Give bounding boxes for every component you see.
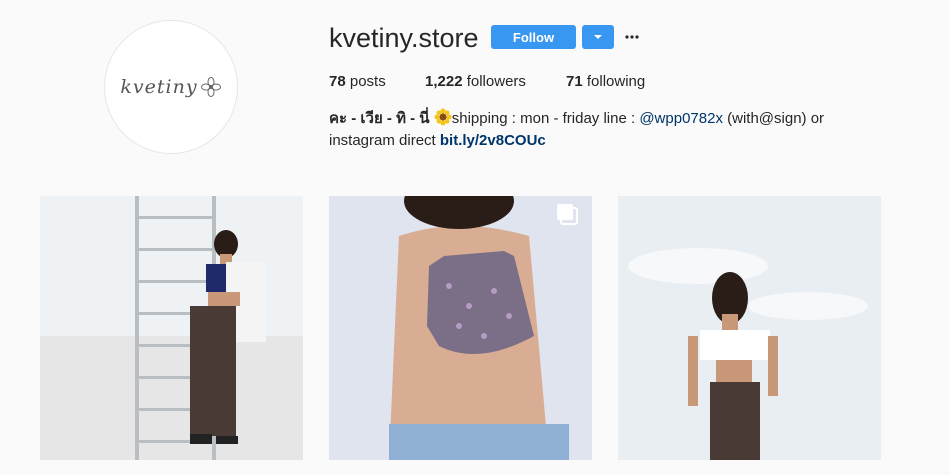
profile-avatar[interactable]: kvetiny xyxy=(104,20,238,154)
post-image xyxy=(329,196,592,460)
post-thumbnail[interactable] xyxy=(329,196,592,460)
suggestions-dropdown-button[interactable] xyxy=(582,25,614,49)
bio-name: คะ - เวีย - ทิ - นี่ xyxy=(329,110,430,127)
profile-username: kvetiny.store xyxy=(329,23,479,53)
flower-icon xyxy=(200,77,221,97)
posts-stat: 78 posts xyxy=(329,73,425,90)
post-image xyxy=(40,196,303,460)
following-count: 71 xyxy=(566,73,583,90)
more-options-button[interactable] xyxy=(624,28,640,46)
bio-mention-link[interactable]: @wpp0782x xyxy=(639,110,723,127)
bio-external-link[interactable]: bit.ly/2v8COUc xyxy=(440,132,546,149)
following-stat[interactable]: 71 following xyxy=(566,73,645,90)
posts-count: 78 xyxy=(329,73,346,90)
post-thumbnail[interactable] xyxy=(618,196,881,460)
chevron-down-icon xyxy=(594,35,602,39)
posts-label: posts xyxy=(349,73,386,90)
profile-bio: คะ - เวีย - ทิ - นี่ shipping : mon - fr… xyxy=(329,108,869,152)
profile-stats: 78 posts 1,222 followers 71 following xyxy=(329,73,645,90)
following-label: following xyxy=(586,73,646,90)
follow-button[interactable]: Follow xyxy=(491,25,576,49)
avatar-logo-text: kvetiny xyxy=(120,76,198,98)
followers-label: followers xyxy=(466,73,526,90)
followers-count: 1,222 xyxy=(425,73,463,90)
more-horizontal-icon xyxy=(625,35,639,39)
avatar-logo: kvetiny xyxy=(120,76,221,98)
followers-stat[interactable]: 1,222 followers xyxy=(425,73,566,90)
sunflower-emoji-icon xyxy=(434,108,452,126)
post-image xyxy=(618,196,881,460)
post-thumbnail[interactable] xyxy=(40,196,303,460)
bio-text-1: shipping : mon - friday line : xyxy=(451,110,640,127)
